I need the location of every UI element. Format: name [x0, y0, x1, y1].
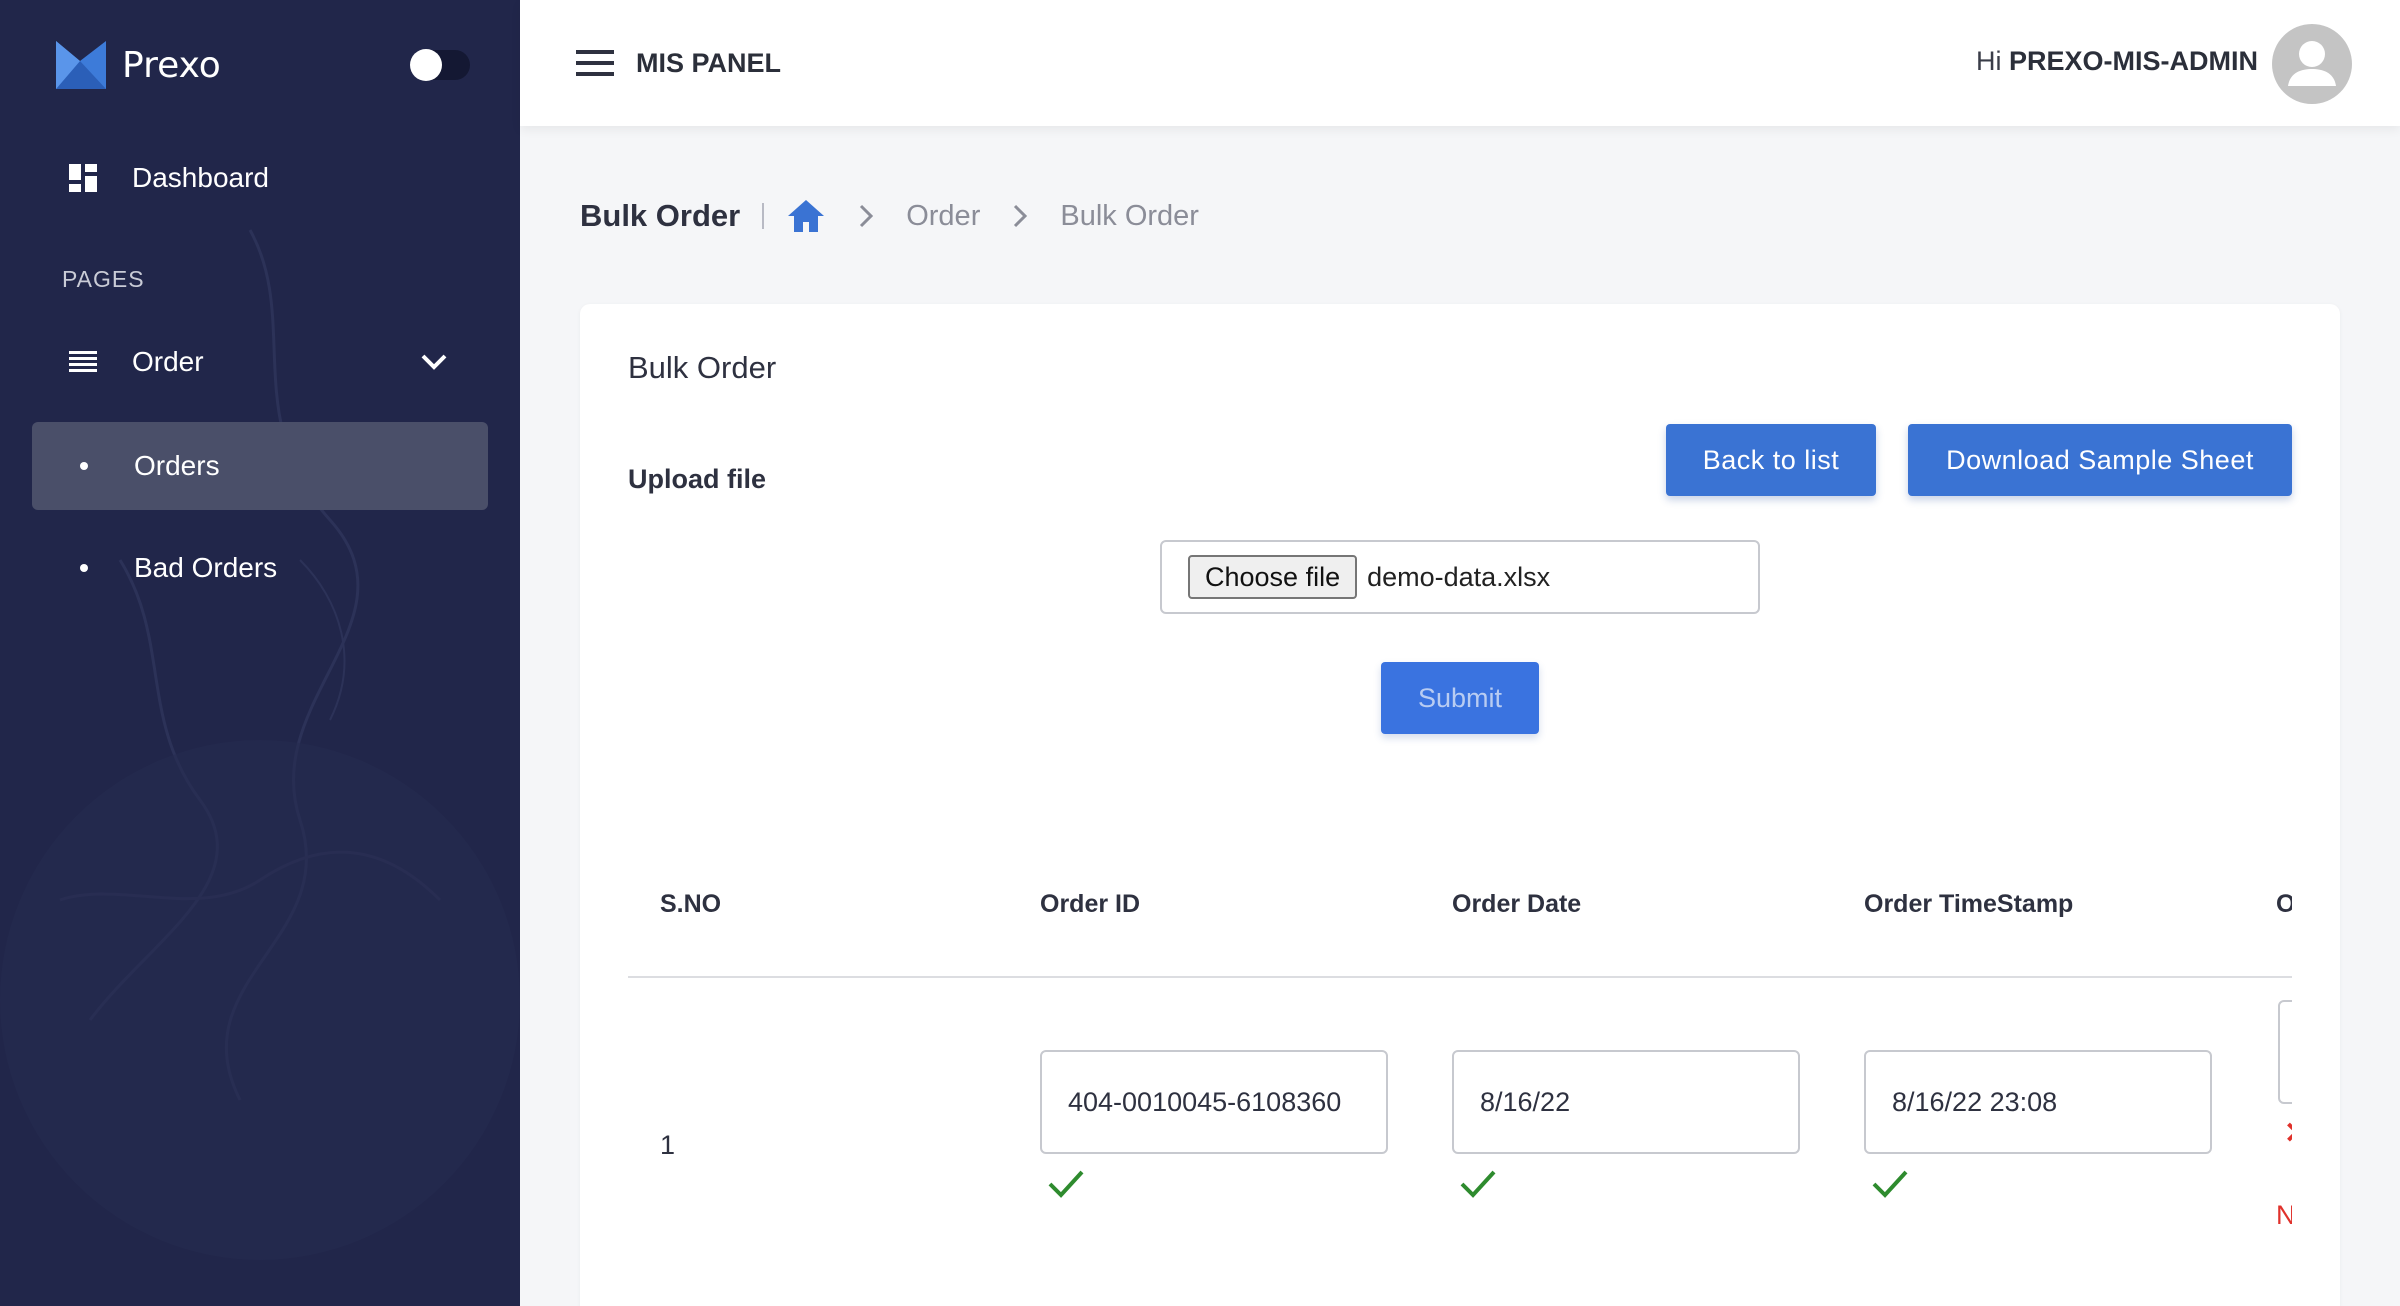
- bullet-icon: [80, 564, 88, 572]
- choose-file-button[interactable]: Choose file: [1188, 555, 1358, 599]
- check-icon: [1460, 1170, 1496, 1198]
- bullet-icon: [80, 462, 88, 470]
- dashboard-icon: [66, 161, 100, 195]
- column-header-order-timestamp: Order TimeStamp: [1864, 890, 2074, 918]
- column-header-order-id: Order ID: [1040, 890, 1141, 918]
- page-title: Bulk Order: [580, 198, 741, 233]
- sidebar-item-label: Order: [132, 346, 204, 377]
- bulk-order-card: Bulk Order Upload file Back to list Down…: [580, 304, 2340, 1306]
- column-header-order-date: Order Date: [1452, 890, 1582, 918]
- table-overflow-mask: [2292, 864, 2340, 1306]
- selected-file-name: demo-data.xlsx: [1367, 561, 1551, 592]
- list-icon: [66, 345, 100, 379]
- sidebar-item-dashboard[interactable]: Dashboard: [32, 134, 488, 222]
- upload-file-label: Upload file: [628, 464, 767, 494]
- breadcrumb-bulk-order: Bulk Order: [1060, 199, 1199, 232]
- column-header-sno: S.NO: [660, 890, 722, 918]
- hamburger-menu-icon[interactable]: [576, 46, 616, 80]
- sidebar-item-label: Dashboard: [132, 162, 269, 193]
- prexo-logo-icon: [56, 41, 106, 89]
- topbar: MIS PANEL Hi PREXO-MIS-ADMIN: [520, 0, 2400, 126]
- back-to-list-button[interactable]: Back to list: [1666, 424, 1876, 496]
- submit-button[interactable]: Submit: [1381, 662, 1539, 734]
- home-icon[interactable]: [786, 196, 826, 236]
- download-sample-sheet-button[interactable]: Download Sample Sheet: [1908, 424, 2292, 496]
- section-label-pages: PAGES: [62, 266, 145, 292]
- brand[interactable]: Prexo: [56, 40, 221, 90]
- sidebar-item-label: Orders: [134, 450, 220, 481]
- greeting-prefix: Hi: [1975, 46, 2002, 76]
- sidebar: Prexo Dashboard PAGES Order Orders Bad O…: [0, 0, 520, 1306]
- table-header-divider: [628, 976, 2292, 978]
- sidebar-item-bad-orders[interactable]: Bad Orders: [32, 524, 488, 612]
- toggle-knob: [410, 49, 442, 81]
- row-sno: 1: [660, 1130, 676, 1160]
- avatar[interactable]: [2272, 24, 2352, 104]
- order-date-field[interactable]: 8/16/22: [1452, 1050, 1800, 1154]
- user-icon: [2288, 41, 2336, 86]
- chevron-right-icon: [1014, 204, 1028, 228]
- breadcrumb-divider: [762, 203, 765, 229]
- theme-toggle[interactable]: [410, 49, 470, 81]
- breadcrumb-order[interactable]: Order: [906, 200, 980, 233]
- sidebar-item-orders[interactable]: Orders: [32, 422, 488, 510]
- sidebar-item-label: Bad Orders: [134, 552, 278, 583]
- topbar-title: MIS PANEL: [636, 48, 782, 78]
- breadcrumb: Bulk Order Order Bulk Order: [580, 194, 1199, 238]
- order-id-field[interactable]: 404-0010045-6108360: [1040, 1050, 1388, 1154]
- check-icon: [1048, 1170, 1084, 1198]
- file-input[interactable]: Choose file demo-data.xlsx: [1160, 540, 1760, 614]
- sidebar-item-order[interactable]: Order: [32, 318, 488, 406]
- user-greeting: Hi PREXO-MIS-ADMIN: [1976, 46, 2258, 77]
- brand-name: Prexo: [122, 44, 221, 86]
- chevron-down-icon: [414, 342, 454, 382]
- card-title: Bulk Order: [628, 350, 777, 385]
- username: PREXO-MIS-ADMIN: [2009, 46, 2258, 76]
- check-icon: [1872, 1170, 1908, 1198]
- chevron-right-icon: [860, 204, 874, 228]
- order-timestamp-field[interactable]: 8/16/22 23:08: [1864, 1050, 2212, 1154]
